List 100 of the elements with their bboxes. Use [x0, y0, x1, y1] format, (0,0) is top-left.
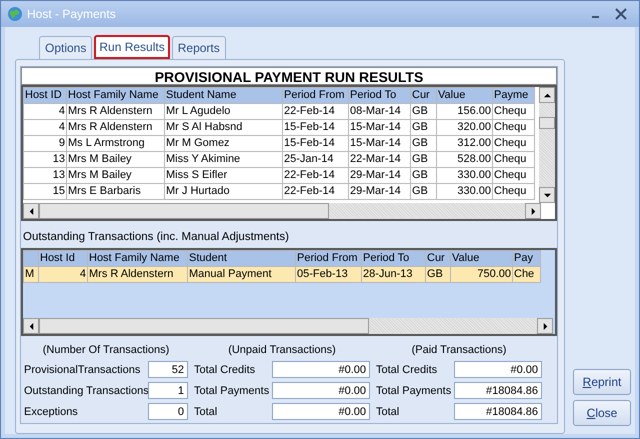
table-cell: 528.00 — [436, 152, 492, 168]
value-field: #0.00 — [272, 403, 370, 420]
column-header[interactable]: Value — [450, 250, 512, 267]
right-scroll-button[interactable] — [537, 318, 553, 334]
reprint-button[interactable]: Reprint — [573, 369, 631, 395]
table-cell: 05-Feb-13 — [296, 266, 362, 283]
table-cell: Miss S Eifler — [164, 168, 282, 184]
left-arrow-icon — [28, 208, 34, 214]
up-arrow-icon — [544, 92, 550, 98]
close-icon[interactable] — [615, 8, 627, 20]
column-header[interactable]: Host Family Name — [66, 88, 164, 104]
table-cell: Mr J Hurtado — [164, 184, 282, 200]
table-cell: 22-Feb-14 — [282, 168, 348, 184]
table-cell: Mrs M Bailey — [66, 152, 164, 168]
tab[interactable]: Options — [39, 36, 92, 59]
down-scroll-button[interactable] — [539, 187, 555, 203]
right-scroll-button[interactable] — [525, 203, 541, 219]
table-cell: GB — [410, 104, 436, 120]
right-arrow-icon — [542, 322, 548, 330]
column-header[interactable]: Period From — [296, 250, 362, 267]
table-cell: 312.00 — [436, 136, 492, 152]
table-cell: 330.00 — [436, 184, 492, 200]
scroll-thumb[interactable] — [39, 203, 329, 219]
table-cell: 4 — [24, 104, 66, 120]
column-header[interactable]: Host ID — [24, 88, 66, 104]
field-label: Total Payments — [194, 384, 270, 398]
column-header[interactable]: Student Name — [164, 88, 282, 104]
vertical-scrollbar[interactable] — [539, 87, 555, 203]
column-header[interactable]: Period To — [362, 250, 426, 267]
column-header[interactable]: Period From — [282, 88, 348, 104]
table-cell: 29-Mar-14 — [348, 184, 410, 200]
table-cell: 750.00 — [450, 266, 512, 283]
right-arrow-icon — [530, 208, 536, 214]
window-title: Host - Payments — [27, 6, 116, 23]
table-cell: 22-Feb-14 — [282, 104, 348, 120]
table-cell: Ms L Armstrong — [66, 136, 164, 152]
left-scroll-button[interactable] — [23, 203, 39, 219]
left-arrow-icon — [28, 322, 34, 330]
table-row[interactable]: M 4 Mrs R Aldenstern Manual Payment 05-Feb-13 28-Jun-13 GB 750.00 Che — [24, 266, 540, 283]
field-label: Total — [376, 404, 400, 420]
table-cell: 4 — [38, 266, 88, 283]
field-label: Total Credits — [194, 362, 256, 378]
value-field: #0.00 — [454, 361, 542, 378]
field-label: Total — [194, 404, 218, 420]
column-header[interactable]: Payme — [492, 88, 534, 104]
table-cell: Mrs R Aldenstern — [66, 120, 164, 136]
column-header[interactable]: Value — [436, 88, 492, 104]
table-cell: 25-Jan-14 — [282, 152, 348, 168]
column-header[interactable]: Pay — [512, 250, 540, 267]
column-header[interactable]: Cur — [426, 250, 450, 267]
table-cell: Mr L Agudelo — [164, 104, 282, 120]
column-header[interactable]: Cur — [410, 88, 436, 104]
table-cell: 156.00 — [436, 104, 492, 120]
table-cell: Chequ — [492, 104, 534, 120]
field-label: Exceptions — [24, 404, 79, 420]
horizontal-scrollbar[interactable] — [23, 318, 553, 334]
table-cell: 22-Mar-14 — [348, 152, 410, 168]
table-cell: Mr S Al Habsnd — [164, 120, 282, 136]
table-cell: 15-Feb-14 — [282, 120, 348, 136]
close-button[interactable]: Close — [573, 400, 631, 426]
table-cell: 15 — [24, 184, 66, 200]
value-field: #0.00 — [272, 361, 370, 378]
left-scroll-button[interactable] — [23, 318, 39, 334]
table-cell: Miss Y Akimine — [164, 152, 282, 168]
row-marker: M — [24, 266, 38, 283]
table-cell: 4 — [24, 120, 66, 136]
table-cell: 29-Mar-14 — [348, 168, 410, 184]
table-cell: Mrs E Barbaris — [66, 184, 164, 200]
scroll-thumb[interactable] — [39, 318, 369, 334]
table-cell: GB — [410, 152, 436, 168]
table-cell: Manual Payment — [188, 266, 296, 283]
table-cell: Mr M Gomez — [164, 136, 282, 152]
scroll-thumb[interactable] — [539, 117, 555, 129]
up-scroll-button[interactable] — [539, 87, 555, 103]
column-header[interactable]: Period To — [348, 88, 410, 104]
section-label: Outstanding Transactions (inc. Manual Adjustments) — [23, 230, 290, 245]
horizontal-scrollbar[interactable] — [23, 203, 541, 219]
table-cell: GB — [410, 184, 436, 200]
value-field: #18084.86 — [454, 382, 542, 400]
column-header[interactable]: Host Id — [38, 250, 88, 267]
table-cell: 9 — [24, 136, 66, 152]
table-cell: Mrs R Aldenstern — [88, 266, 188, 283]
table-cell: Chequ — [492, 120, 534, 136]
table-cell: 320.00 — [436, 120, 492, 136]
table-cell: 15-Mar-14 — [348, 120, 410, 136]
table-cell: 15-Feb-14 — [282, 136, 348, 152]
table-cell: GB — [410, 136, 436, 152]
group-heading: (Unpaid Transactions) — [227, 343, 337, 358]
column-header[interactable]: Host Family Name — [88, 250, 188, 267]
table-cell: 08-Mar-14 — [348, 104, 410, 120]
group-heading: (Number Of Transactions) — [42, 343, 170, 358]
table-cell: GB — [410, 168, 436, 184]
table-cell: GB — [410, 120, 436, 136]
column-header[interactable]: Student — [188, 250, 296, 267]
group-heading: (Paid Transactions) — [410, 343, 508, 358]
table-cell: 330.00 — [436, 168, 492, 184]
value-field: 52 — [148, 361, 188, 378]
tab[interactable]: Reports — [172, 36, 226, 59]
tab[interactable]: Run Results — [94, 35, 170, 59]
table-cell: 15-Mar-14 — [348, 136, 410, 152]
